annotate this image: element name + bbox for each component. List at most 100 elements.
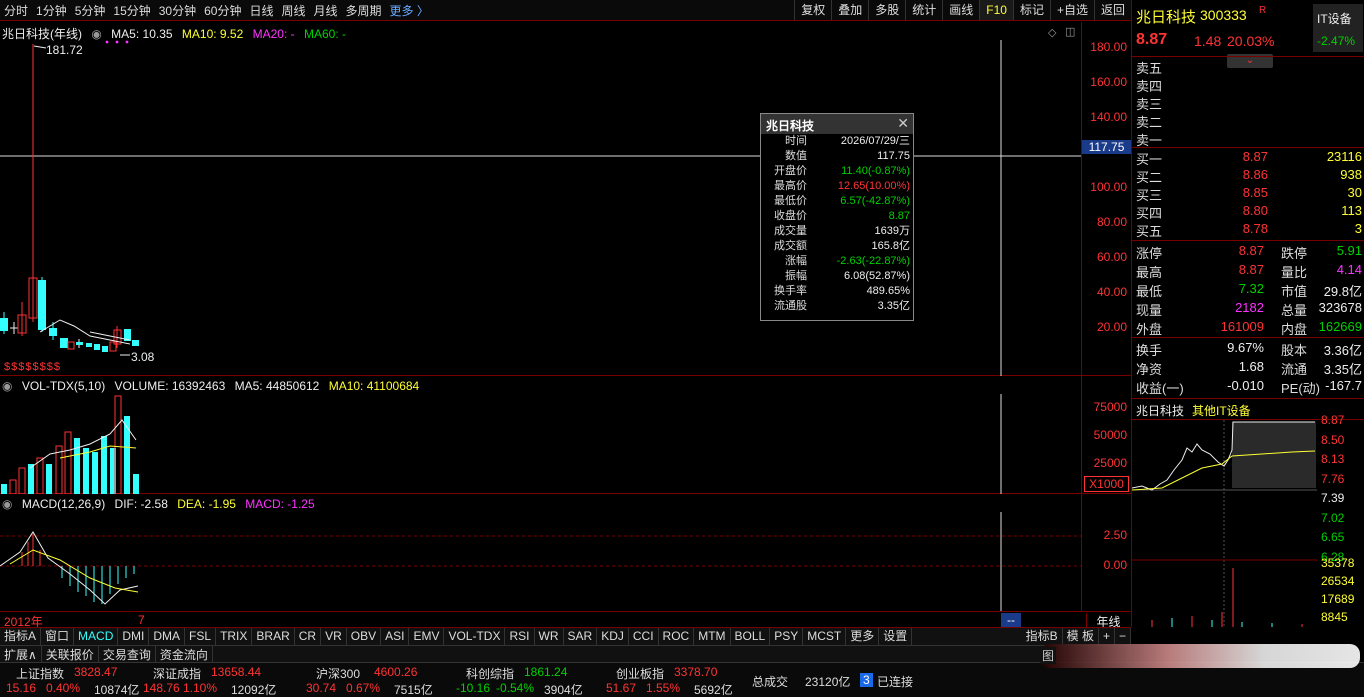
indicator-tab[interactable]: CCI [629, 628, 659, 645]
period-tab[interactable]: 30分钟 [155, 2, 200, 19]
indicator-tab[interactable]: DMI [118, 628, 150, 645]
indicator-tab[interactable]: RSI [505, 628, 535, 645]
bid-row[interactable]: 买一 8.87 23116 [1136, 149, 1362, 167]
stock-name: 兆日科技 [1136, 9, 1197, 26]
volume-ma10: MA10: 41100684 [328, 379, 420, 393]
fuquan-button[interactable]: 复权 [794, 0, 831, 20]
indicator-tab[interactable]: MTM [694, 628, 731, 645]
period-tab[interactable]: 月线 [310, 2, 342, 19]
extension-tab[interactable]: 关联报价 [42, 645, 99, 663]
index-amount: 7515亿 [394, 683, 433, 697]
indicator-tab[interactable]: BOLL [731, 628, 771, 645]
multi-stock-button[interactable]: 多股 [868, 0, 905, 20]
bid-row[interactable]: 买二 8.86 938 [1136, 167, 1362, 185]
ask-row[interactable]: 卖四 [1136, 76, 1362, 94]
legend-toggle-icon[interactable]: ◉ [91, 27, 101, 41]
indicator-tab[interactable]: SAR [564, 628, 598, 645]
extension-tab[interactable]: 扩展∧ [0, 645, 42, 663]
macd-panel[interactable]: ◉ MACD(12,26,9) DIF: -2.58 DEA: -1.95 MA… [0, 494, 1081, 611]
indicator-tab[interactable]: FSL [185, 628, 217, 645]
period-tab[interactable]: 15分钟 [109, 2, 154, 19]
ask-label: 卖三 [1136, 97, 1163, 112]
ask-row[interactable]: 卖三 [1136, 94, 1362, 112]
period-tab[interactable]: 多周期 [342, 2, 386, 19]
candle [132, 340, 139, 346]
mini-stock-name[interactable]: 兆日科技 [1136, 402, 1184, 419]
indicator-tab[interactable]: WR [535, 628, 564, 645]
ask-row[interactable]: 卖一 [1136, 130, 1362, 148]
indicator-tab[interactable]: MACD [74, 628, 119, 645]
index-pct: 1.10% [183, 681, 218, 695]
bid-row[interactable]: 买三 8.85 30 [1136, 185, 1362, 203]
stat-value: 2182 [1235, 300, 1264, 315]
legend-toggle-icon[interactable]: ◉ [2, 379, 12, 393]
mini-intraday-chart[interactable] [1132, 420, 1317, 627]
indicator-tab[interactable]: ASI [381, 628, 410, 645]
indicator-tab[interactable]: OBV [347, 628, 382, 645]
indicator-tab-right[interactable]: − [1115, 628, 1131, 645]
period-tab[interactable]: 5分钟 [71, 2, 110, 19]
indicator-tab[interactable]: BRAR [252, 628, 295, 645]
indicator-tab[interactable]: VR [321, 628, 347, 645]
stats-button[interactable]: 统计 [905, 0, 942, 20]
bid-row[interactable]: 买五 8.78 3 [1136, 221, 1362, 239]
indicator-tab-right[interactable]: 指标B [1022, 628, 1063, 645]
bid-label: 买一 [1136, 152, 1163, 167]
indicator-tab[interactable]: DMA [149, 628, 186, 645]
f10-button[interactable]: F10 [979, 0, 1013, 20]
indicator-tab[interactable]: ROC [659, 628, 695, 645]
stat-label: 换手 [1136, 343, 1163, 358]
mark-button[interactable]: 标记 [1012, 0, 1050, 20]
legend-toggle-icon[interactable]: ◉ [2, 497, 12, 511]
extension-tab[interactable]: 交易查询 [99, 645, 156, 663]
stat-label: 最高 [1136, 265, 1163, 280]
tooltip-key: 换手率 [774, 285, 807, 297]
indicator-tab[interactable]: 设置 [879, 628, 913, 645]
indicator-tab[interactable]: MCST [803, 628, 847, 645]
indicator-tab[interactable]: 更多 [846, 628, 880, 645]
volume-panel[interactable]: ◉ VOL-TDX(5,10) VOLUME: 16392463 MA5: 44… [0, 376, 1081, 494]
mini-sector[interactable]: 其他IT设备 [1192, 402, 1251, 419]
indicator-tab[interactable]: 窗口 [41, 628, 75, 645]
indicator-tab[interactable]: TRIX [216, 628, 253, 645]
period-tab[interactable]: 1分钟 [32, 2, 71, 19]
candle [102, 346, 108, 352]
event-marks[interactable]: $$$$$$$$ [4, 361, 61, 373]
indicator-tab-right[interactable]: 模 板 [1063, 628, 1099, 645]
indicator-tab[interactable]: CR [295, 628, 322, 645]
period-tab[interactable]: 日线 [245, 2, 277, 19]
sector-box[interactable]: IT设备 -2.47% [1313, 4, 1363, 52]
bid-row[interactable]: 买四 8.80 113 [1136, 203, 1362, 221]
mini-volume-tick: 17689 [1321, 592, 1355, 606]
back-button[interactable]: 返回 [1093, 0, 1131, 20]
indicator-tab[interactable]: KDJ [597, 628, 629, 645]
period-toolbar: 分时 1分钟 5分钟 15分钟 30分钟 60分钟 日线 周线 月线 多周期 更… [0, 0, 1131, 21]
draw-line-button[interactable]: 画线 [942, 0, 979, 20]
tooltip-value: 3.35亿 [877, 300, 910, 312]
diamond-icon[interactable]: ◇ [1048, 26, 1056, 39]
tooltip-value: 2026/07/29/三 [840, 135, 910, 147]
period-tab[interactable]: 分时 [0, 2, 32, 19]
stat-label: 市值 [1281, 284, 1308, 299]
indicator-tab[interactable]: EMV [409, 628, 445, 645]
ask-row[interactable]: 卖二 [1136, 112, 1362, 130]
more-periods-button[interactable]: 更多 〉 [386, 2, 433, 19]
close-icon[interactable]: ✕ [897, 115, 909, 132]
indicator-tab[interactable]: PSY [770, 628, 804, 645]
extension-tab[interactable]: 资金流向 [156, 645, 213, 663]
add-watchlist-button[interactable]: +自选 [1049, 0, 1094, 20]
stat-label: 净资 [1136, 362, 1163, 377]
ask-row[interactable]: 卖五 [1136, 58, 1362, 76]
indicator-tab-right[interactable]: + [1099, 628, 1115, 645]
overlay-button[interactable]: 叠加 [831, 0, 868, 20]
indicator-tab[interactable]: 指标A [0, 628, 42, 645]
window-toggle-icon[interactable]: ◫ [1065, 25, 1075, 38]
indicator-tab[interactable]: VOL-TDX [444, 628, 506, 645]
low-label: 3.08 [131, 350, 155, 364]
kline-panel[interactable]: 兆日科技(年线) ◉ MA5: 10.35 MA10: 9.52 MA20: -… [0, 22, 1081, 376]
period-tab[interactable]: 周线 [277, 2, 309, 19]
data-tooltip[interactable]: 兆日科技 ✕ 时间 2026/07/29/三 数值 117.75 开盘价 11.40(-0… [760, 113, 914, 321]
tu-label[interactable]: 图 [1040, 647, 1057, 664]
volume-ma5: MA5: 44850612 [234, 379, 320, 393]
period-tab[interactable]: 60分钟 [200, 2, 245, 19]
